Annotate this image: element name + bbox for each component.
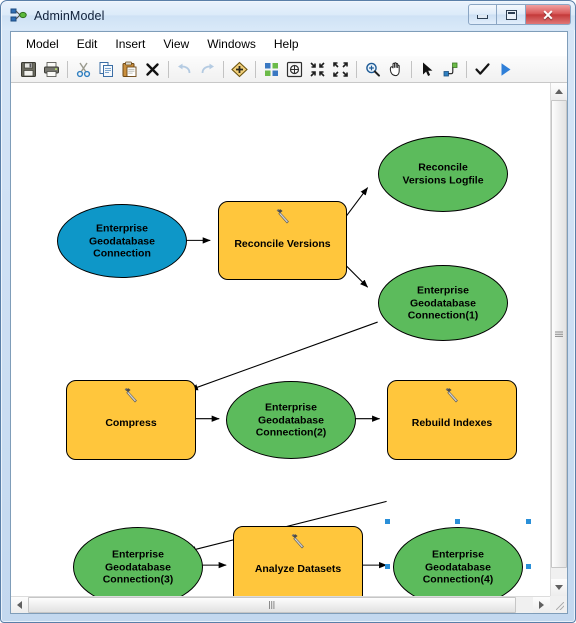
- node-rebuild-indexes[interactable]: Rebuild Indexes: [387, 380, 517, 460]
- toolbar: [11, 56, 567, 83]
- scroll-down-button[interactable]: [551, 579, 567, 596]
- redo-icon[interactable]: [196, 58, 219, 81]
- window-title: AdminModel: [34, 9, 105, 23]
- hammer-tool-icon: [122, 387, 140, 405]
- zoom-tool-icon[interactable]: [361, 58, 384, 81]
- node-label: Rebuild Indexes: [411, 416, 493, 429]
- undo-icon[interactable]: [173, 58, 196, 81]
- close-button[interactable]: ✕: [526, 4, 571, 25]
- node-label: Enterprise Geodatabase Connection(3): [102, 548, 174, 586]
- maximize-icon: [505, 9, 517, 20]
- application-window: AdminModel ✕ Model Edit Insert View Wind…: [0, 0, 576, 623]
- selection-handle-w[interactable]: [385, 564, 390, 569]
- node-label: Reconcile Versions Logfile: [402, 161, 484, 187]
- menu-windows[interactable]: Windows: [198, 34, 265, 54]
- node-enterprise-geodatabase-connection-3[interactable]: Enterprise Geodatabase Connection(3): [73, 527, 203, 596]
- vertical-scroll-thumb[interactable]: [551, 100, 567, 568]
- toolbar-separator: [223, 60, 224, 78]
- horizontal-scroll-thumb[interactable]: [28, 597, 516, 613]
- menu-model[interactable]: Model: [17, 34, 68, 54]
- client-area: Model Edit Insert View Windows Help Ente…: [10, 31, 568, 614]
- cut-icon[interactable]: [72, 58, 95, 81]
- minimize-button[interactable]: [468, 4, 497, 25]
- menu-insert[interactable]: Insert: [106, 34, 154, 54]
- connect-tool-icon[interactable]: [439, 58, 462, 81]
- hammer-tool-icon: [274, 208, 292, 226]
- scroll-left-button[interactable]: [11, 597, 28, 613]
- node-label: Compress: [105, 416, 157, 429]
- menu-edit[interactable]: Edit: [68, 34, 107, 54]
- scroll-thumb-grip: [269, 596, 276, 614]
- toolbar-separator: [168, 60, 169, 78]
- save-icon[interactable]: [17, 58, 40, 81]
- toolbar-separator: [67, 60, 68, 78]
- copy-icon[interactable]: [95, 58, 118, 81]
- menu-view[interactable]: View: [154, 34, 198, 54]
- menu-bar: Model Edit Insert View Windows Help: [11, 32, 567, 56]
- node-label: Reconcile Versions: [234, 237, 331, 250]
- toolbar-separator: [411, 60, 412, 78]
- scroll-right-button[interactable]: [533, 597, 550, 613]
- hammer-tool-icon: [443, 387, 461, 405]
- selection-handle-ne[interactable]: [526, 519, 531, 524]
- menu-help[interactable]: Help: [265, 34, 308, 54]
- title-bar[interactable]: AdminModel ✕: [2, 2, 575, 30]
- pan-tool-icon[interactable]: [384, 58, 407, 81]
- chevron-right-icon: [539, 601, 544, 609]
- chevron-up-icon: [555, 89, 563, 94]
- model-canvas[interactable]: Enterprise Geodatabase Connection Reconcil…: [11, 83, 550, 596]
- close-icon: ✕: [542, 6, 554, 23]
- node-enterprise-geodatabase-connection-2[interactable]: Enterprise Geodatabase Connection(2): [226, 381, 356, 459]
- node-enterprise-geodatabase-connection[interactable]: Enterprise Geodatabase Connection: [57, 204, 187, 278]
- node-analyze-datasets[interactable]: Analyze Datasets: [233, 526, 363, 596]
- chevron-down-icon: [555, 585, 563, 590]
- scroll-up-button[interactable]: [551, 83, 567, 100]
- resize-grip[interactable]: [550, 596, 567, 613]
- toolbar-separator: [255, 60, 256, 78]
- select-tool-icon[interactable]: [416, 58, 439, 81]
- scroll-thumb-grip: [555, 325, 563, 343]
- vertical-scrollbar[interactable]: [550, 83, 567, 596]
- zoom-in-icon[interactable]: [329, 58, 352, 81]
- add-data-icon[interactable]: [228, 58, 251, 81]
- delete-icon[interactable]: [141, 58, 164, 81]
- node-label: Enterprise Geodatabase Connection: [89, 222, 155, 260]
- chevron-left-icon: [17, 601, 22, 609]
- modelbuilder-icon: [10, 8, 28, 24]
- minimize-icon: [477, 14, 488, 19]
- node-reconcile-versions[interactable]: Reconcile Versions: [218, 201, 347, 280]
- validate-icon[interactable]: [471, 58, 494, 81]
- print-icon[interactable]: [40, 58, 63, 81]
- toolbar-separator: [466, 60, 467, 78]
- window-controls: ✕: [468, 4, 571, 25]
- zoom-out-icon[interactable]: [306, 58, 329, 81]
- node-label: Enterprise Geodatabase Connection(4): [422, 548, 494, 586]
- selection-handle-e[interactable]: [526, 564, 531, 569]
- window-frame: AdminModel ✕ Model Edit Insert View Wind…: [0, 0, 576, 623]
- maximize-button[interactable]: [497, 4, 526, 25]
- node-compress[interactable]: Compress: [66, 380, 196, 460]
- auto-layout-icon[interactable]: [260, 58, 283, 81]
- node-label: Analyze Datasets: [254, 562, 342, 575]
- selection-handle-nw[interactable]: [385, 519, 390, 524]
- toolbar-separator: [356, 60, 357, 78]
- hammer-tool-icon: [289, 533, 307, 551]
- selection-handle-n[interactable]: [455, 519, 460, 524]
- horizontal-scrollbar[interactable]: [11, 596, 550, 613]
- node-reconcile-versions-logfile[interactable]: Reconcile Versions Logfile: [378, 136, 508, 212]
- run-icon[interactable]: [494, 58, 517, 81]
- node-label: Enterprise Geodatabase Connection(2): [255, 401, 327, 439]
- node-enterprise-geodatabase-connection-4[interactable]: Enterprise Geodatabase Connection(4): [393, 527, 523, 596]
- node-label: Enterprise Geodatabase Connection(1): [407, 284, 479, 322]
- paste-icon[interactable]: [118, 58, 141, 81]
- node-enterprise-geodatabase-connection-1[interactable]: Enterprise Geodatabase Connection(1): [378, 265, 508, 341]
- full-view-icon[interactable]: [283, 58, 306, 81]
